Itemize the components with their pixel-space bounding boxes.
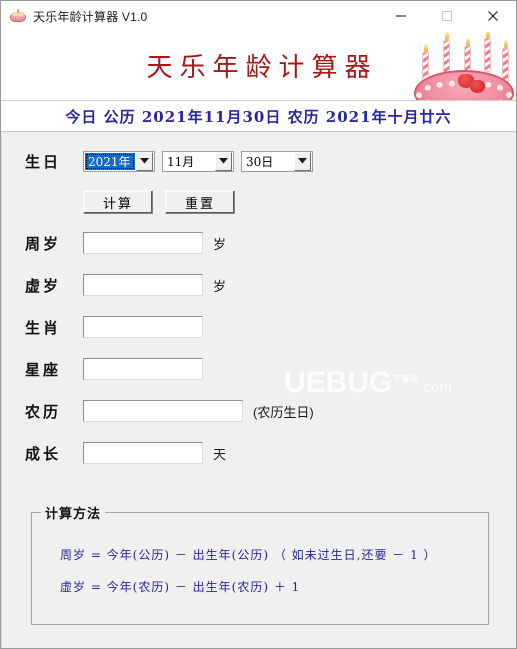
zodiac-animal-label: 生肖 bbox=[25, 319, 62, 337]
birth-month-select[interactable]: 11月 bbox=[162, 150, 234, 172]
age-input[interactable] bbox=[83, 232, 203, 254]
chevron-down-icon[interactable] bbox=[136, 151, 153, 171]
today-date-text: 今日 公历 2021年11月30日 农历 2021年十月廿六 bbox=[65, 107, 452, 126]
days-lived-label: 成长 bbox=[25, 445, 62, 463]
birth-year-select[interactable]: 2021年 bbox=[83, 150, 155, 172]
constellation-input[interactable] bbox=[83, 358, 203, 380]
birth-day-select[interactable]: 30日 bbox=[241, 150, 313, 172]
days-lived-input[interactable] bbox=[83, 442, 203, 464]
lunar-date-row: 农历 (农历生日) bbox=[2, 396, 516, 426]
nominal-age-unit: 岁 bbox=[213, 278, 227, 294]
birthday-label: 生日 bbox=[25, 153, 62, 171]
constellation-row: 星座 bbox=[2, 354, 516, 384]
days-lived-row: 成长 天 bbox=[2, 438, 516, 468]
app-title: 天乐年龄计算器 bbox=[146, 52, 378, 83]
reset-button[interactable]: 重置 bbox=[165, 190, 235, 214]
formula-nominal-age: 虚岁 = 今年(农历) － 出生年(农历) ＋ 1 bbox=[60, 580, 301, 594]
action-buttons-row: 计算 重置 bbox=[2, 188, 516, 216]
birth-day-value: 30日 bbox=[246, 154, 274, 169]
cake-icon bbox=[10, 8, 26, 24]
calculation-method-legend: 计算方法 bbox=[41, 503, 106, 522]
nominal-age-label: 虚岁 bbox=[25, 277, 62, 295]
lunar-date-unit: (农历生日) bbox=[253, 404, 314, 420]
age-row: 周岁 岁 bbox=[2, 228, 516, 258]
days-lived-unit: 天 bbox=[213, 446, 227, 462]
app-window: 天乐年龄计算器 V1.0 天乐年龄计算器 今日 公历 2021年11月30日 农 bbox=[0, 0, 517, 649]
age-label: 周岁 bbox=[25, 235, 62, 253]
zodiac-animal-input[interactable] bbox=[83, 316, 203, 338]
birth-month-value: 11月 bbox=[167, 154, 195, 169]
nominal-age-row: 虚岁 岁 bbox=[2, 270, 516, 300]
birthday-cake-image bbox=[412, 32, 516, 100]
calculate-button[interactable]: 计算 bbox=[83, 190, 153, 214]
chevron-down-icon[interactable] bbox=[215, 151, 232, 171]
today-date-bar: 今日 公历 2021年11月30日 农历 2021年十月廿六 bbox=[1, 100, 516, 132]
minimize-button[interactable] bbox=[378, 1, 424, 31]
window-title: 天乐年龄计算器 V1.0 bbox=[33, 9, 148, 24]
banner: 天乐年龄计算器 bbox=[1, 32, 516, 100]
chevron-down-icon[interactable] bbox=[294, 151, 311, 171]
birthday-row: 生日 2021年 11月 30日 bbox=[2, 146, 516, 176]
title-bar: 天乐年龄计算器 V1.0 bbox=[1, 1, 516, 32]
birth-year-value: 2021年 bbox=[85, 152, 135, 170]
maximize-button[interactable] bbox=[424, 1, 470, 31]
age-unit: 岁 bbox=[213, 236, 227, 252]
zodiac-animal-row: 生肖 bbox=[2, 312, 516, 342]
formula-age: 周岁 = 今年(公历) － 出生年(公历) （ 如未过生日,还要 － 1 ） bbox=[60, 548, 437, 562]
constellation-label: 星座 bbox=[25, 361, 62, 379]
lunar-date-label: 农历 bbox=[25, 403, 62, 421]
lunar-date-input[interactable] bbox=[83, 400, 243, 422]
form-area: UEBUG下载站.com 生日 2021年 11月 30日 计算 重置 周岁 岁… bbox=[1, 132, 516, 648]
nominal-age-input[interactable] bbox=[83, 274, 203, 296]
close-button[interactable] bbox=[470, 1, 516, 31]
calculation-method-groupbox: 计算方法 周岁 = 今年(公历) － 出生年(公历) （ 如未过生日,还要 － … bbox=[31, 503, 489, 625]
